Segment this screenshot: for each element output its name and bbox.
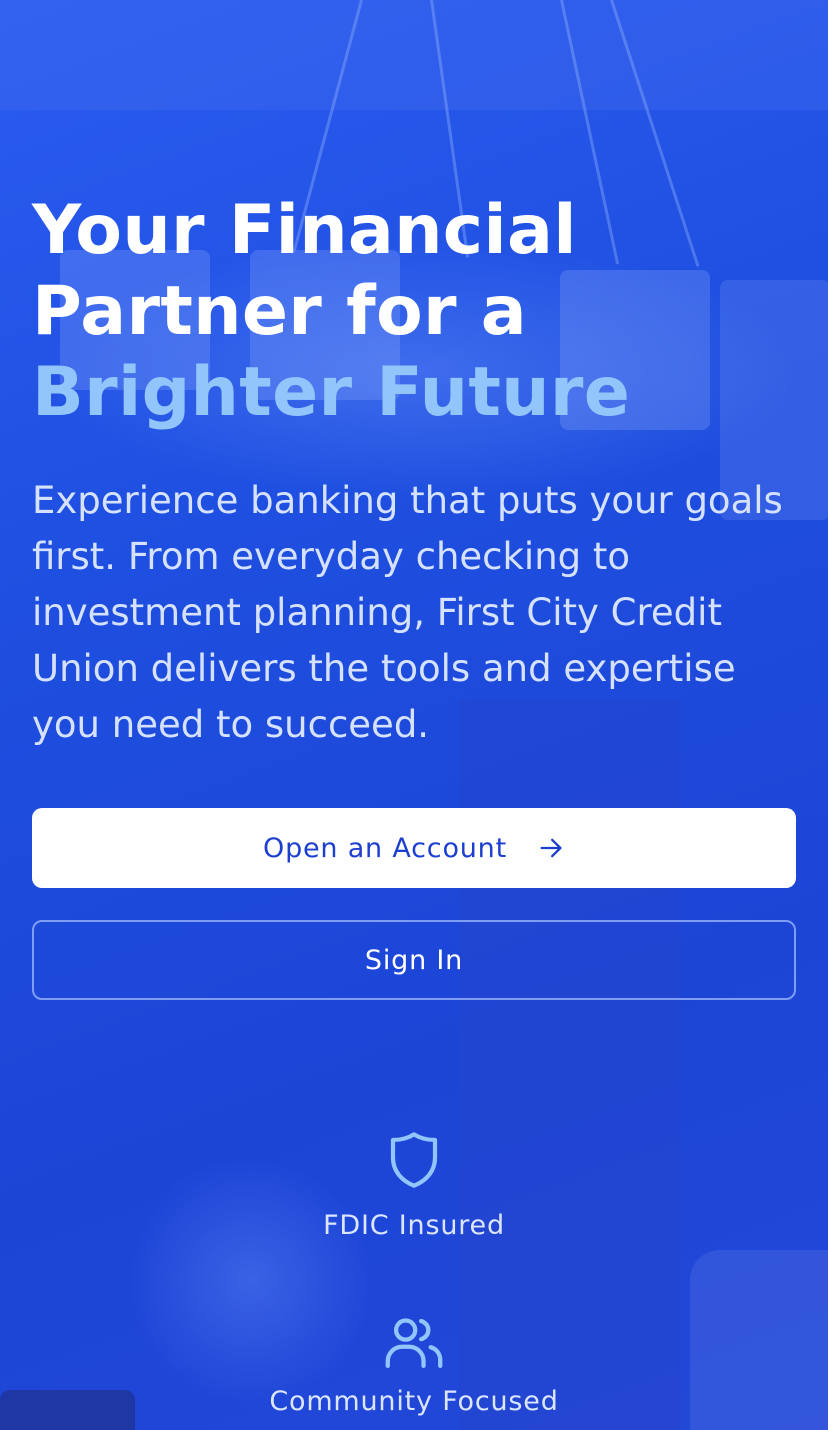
sign-in-button[interactable]: Sign In (32, 920, 796, 1000)
hero-content: Your Financial Partner for a Brighter Fu… (32, 190, 796, 753)
arrow-right-icon (537, 834, 565, 862)
feature-fdic-insured: FDIC Insured (0, 1128, 828, 1241)
sign-in-label: Sign In (364, 944, 464, 976)
feature-label: FDIC Insured (323, 1210, 505, 1241)
feature-community-focused: Community Focused (0, 1312, 828, 1417)
headline-line-2: Partner for a (32, 272, 527, 351)
hero-headline: Your Financial Partner for a Brighter Fu… (32, 190, 796, 433)
open-account-label: Open an Account (263, 832, 507, 864)
background-window (0, 0, 828, 110)
headline-line-1: Your Financial (32, 191, 577, 270)
shield-icon (386, 1128, 442, 1192)
open-account-button[interactable]: Open an Account (32, 808, 796, 888)
hero-section: Your Financial Partner for a Brighter Fu… (0, 0, 828, 1430)
feature-label: Community Focused (269, 1386, 559, 1417)
hero-subtext: Experience banking that puts your goals … (32, 479, 783, 746)
users-icon (383, 1312, 445, 1372)
headline-accent: Brighter Future (32, 353, 631, 432)
